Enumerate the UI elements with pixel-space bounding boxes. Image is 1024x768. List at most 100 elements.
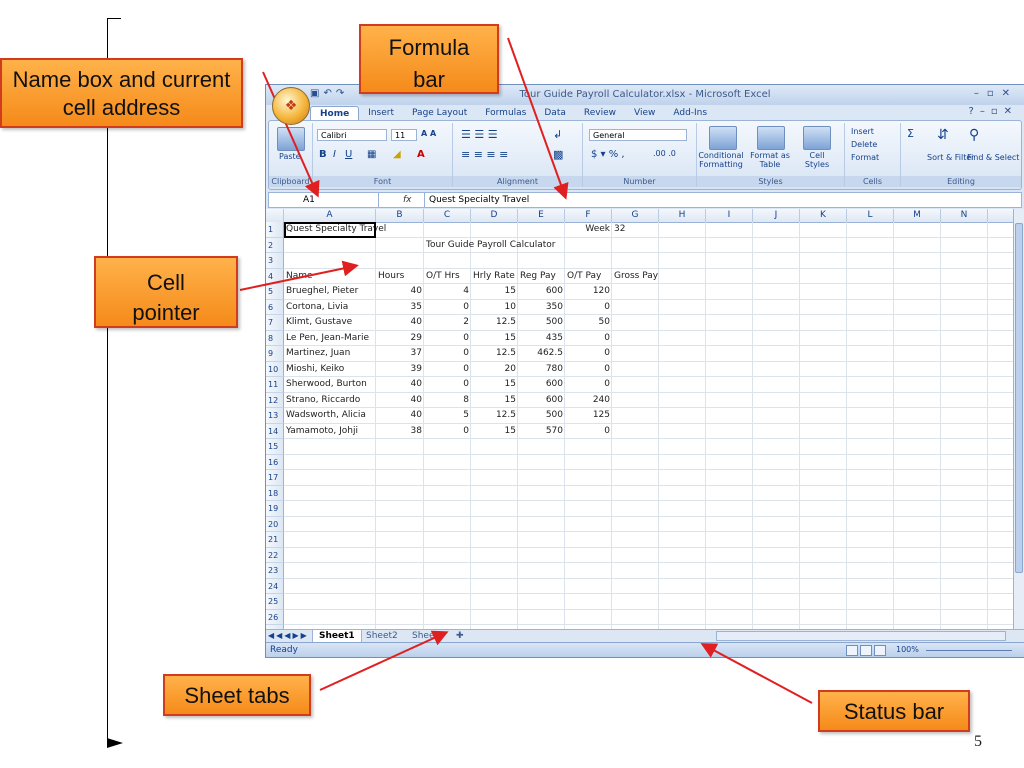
value-cell[interactable]: 462.5 [518, 346, 565, 362]
employee-name-cell[interactable]: Mioshi, Keiko [284, 362, 346, 378]
row-header[interactable]: 16 [266, 454, 284, 470]
tab-formulas[interactable]: Formulas [476, 106, 535, 121]
format-as-table-button[interactable]: Format as Table [747, 151, 793, 169]
header-ot-pay[interactable]: O/T Pay [565, 269, 603, 285]
employee-name-cell[interactable]: Brueghel, Pieter [284, 284, 360, 300]
paste-button[interactable]: Paste [279, 152, 301, 161]
value-cell[interactable]: 0 [424, 362, 471, 378]
value-cell[interactable]: 8 [424, 393, 471, 409]
row-header[interactable]: 22 [266, 547, 284, 563]
value-cell[interactable]: 780 [518, 362, 565, 378]
format-as-table-icon[interactable] [757, 126, 785, 150]
horizontal-scrollbar[interactable] [716, 631, 1006, 641]
row-header[interactable]: 14 [266, 423, 284, 439]
zoom-level[interactable]: 100% [896, 645, 919, 654]
cell-styles-button[interactable]: Cell Styles [797, 151, 837, 169]
tab-page-layout[interactable]: Page Layout [403, 106, 476, 121]
cell-c2[interactable]: Tour Guide Payroll Calculator [424, 238, 557, 254]
tab-data[interactable]: Data [535, 106, 575, 121]
value-cell[interactable]: 350 [518, 300, 565, 316]
row-header[interactable]: 4 [266, 268, 284, 284]
value-cell[interactable]: 600 [518, 393, 565, 409]
cell-styles-icon[interactable] [803, 126, 831, 150]
value-cell[interactable]: 500 [518, 408, 565, 424]
column-header-j[interactable]: J [753, 209, 800, 222]
page-break-view-icon[interactable] [874, 645, 886, 656]
employee-name-cell[interactable]: Wadsworth, Alicia [284, 408, 368, 424]
underline-icon[interactable]: U [345, 149, 352, 160]
vertical-scroll-thumb[interactable] [1015, 223, 1023, 573]
vertical-scrollbar[interactable] [1013, 209, 1024, 629]
column-header-l[interactable]: L [847, 209, 894, 222]
row-header[interactable]: 2 [266, 237, 284, 253]
row-header[interactable]: 26 [266, 609, 284, 625]
insert-sheet-icon[interactable]: ✚ [450, 630, 470, 642]
conditional-formatting-button[interactable]: Conditional Formatting [697, 151, 745, 169]
value-cell[interactable]: 12.5 [471, 346, 518, 362]
value-cell[interactable]: 600 [518, 284, 565, 300]
fill-color-icon[interactable]: ◢ [393, 149, 401, 160]
value-cell[interactable]: 600 [518, 377, 565, 393]
font-name-select[interactable]: Calibri [317, 129, 387, 141]
font-size-select[interactable]: 11 [391, 129, 417, 141]
header-gross-pay[interactable]: Gross Pay [612, 269, 660, 285]
bold-icon[interactable]: B [319, 149, 327, 160]
header-hours[interactable]: Hours [376, 269, 406, 285]
merge-center-icon[interactable]: ▩ [553, 148, 563, 161]
value-cell[interactable]: 12.5 [471, 315, 518, 331]
value-cell[interactable]: 50 [565, 315, 612, 331]
tab-home[interactable]: Home [310, 106, 360, 121]
employee-name-cell[interactable]: Klimt, Gustave [284, 315, 354, 331]
column-header-e[interactable]: E [518, 209, 565, 222]
value-cell[interactable]: 0 [424, 346, 471, 362]
value-cell[interactable]: 0 [565, 377, 612, 393]
row-header[interactable]: 5 [266, 284, 284, 300]
row-header[interactable]: 8 [266, 330, 284, 346]
value-cell[interactable]: 0 [424, 300, 471, 316]
autosum-icon[interactable]: Σ [907, 127, 914, 140]
value-cell[interactable]: 0 [565, 362, 612, 378]
cell-pointer[interactable] [284, 222, 376, 238]
value-cell[interactable]: 15 [471, 331, 518, 347]
insert-cells-button[interactable]: Insert [851, 127, 874, 136]
decimal-icon[interactable]: .00 .0 [653, 149, 676, 158]
value-cell[interactable]: 435 [518, 331, 565, 347]
find-select-icon[interactable]: ⚲ [969, 127, 979, 143]
borders-icon[interactable]: ▦ [367, 149, 376, 160]
column-header-g[interactable]: G [612, 209, 659, 222]
row-header[interactable]: 18 [266, 485, 284, 501]
page-layout-view-icon[interactable] [860, 645, 872, 656]
value-cell[interactable]: 0 [424, 377, 471, 393]
value-cell[interactable]: 40 [376, 284, 424, 300]
tab-view[interactable]: View [625, 106, 664, 121]
row-header[interactable]: 25 [266, 594, 284, 610]
row-header[interactable]: 21 [266, 532, 284, 548]
employee-name-cell[interactable]: Martinez, Juan [284, 346, 352, 362]
name-box[interactable]: A1 [269, 193, 379, 207]
value-cell[interactable]: 20 [471, 362, 518, 378]
wrap-text-icon[interactable]: ↲ [553, 128, 562, 141]
value-cell[interactable]: 39 [376, 362, 424, 378]
insert-function-icon[interactable]: fx [383, 193, 423, 207]
value-cell[interactable]: 4 [424, 284, 471, 300]
column-header-n[interactable]: N [941, 209, 988, 222]
grow-font-icon[interactable]: A A [421, 129, 436, 138]
value-cell[interactable]: 0 [565, 424, 612, 440]
row-header[interactable]: 23 [266, 563, 284, 579]
row-header[interactable]: 9 [266, 346, 284, 362]
row-header[interactable]: 20 [266, 516, 284, 532]
zoom-slider[interactable] [926, 650, 1012, 651]
value-cell[interactable]: 29 [376, 331, 424, 347]
employee-name-cell[interactable]: Le Pen, Jean-Marie [284, 331, 371, 347]
header-name[interactable]: Name [284, 269, 315, 285]
number-format-select[interactable]: General [589, 129, 687, 141]
value-cell[interactable]: 12.5 [471, 408, 518, 424]
window-controls[interactable]: –▫✕ [974, 88, 1018, 99]
column-header-m[interactable]: M [894, 209, 941, 222]
value-cell[interactable]: 240 [565, 393, 612, 409]
delete-cells-button[interactable]: Delete [851, 140, 877, 149]
row-header[interactable]: 6 [266, 299, 284, 315]
worksheet-grid[interactable]: A B C D E F G H I J K L M N 1 2 3 4 5 6 7 8 9 10 1… [266, 209, 1014, 629]
column-header-f[interactable]: F [565, 209, 612, 222]
paste-icon[interactable] [277, 127, 305, 151]
